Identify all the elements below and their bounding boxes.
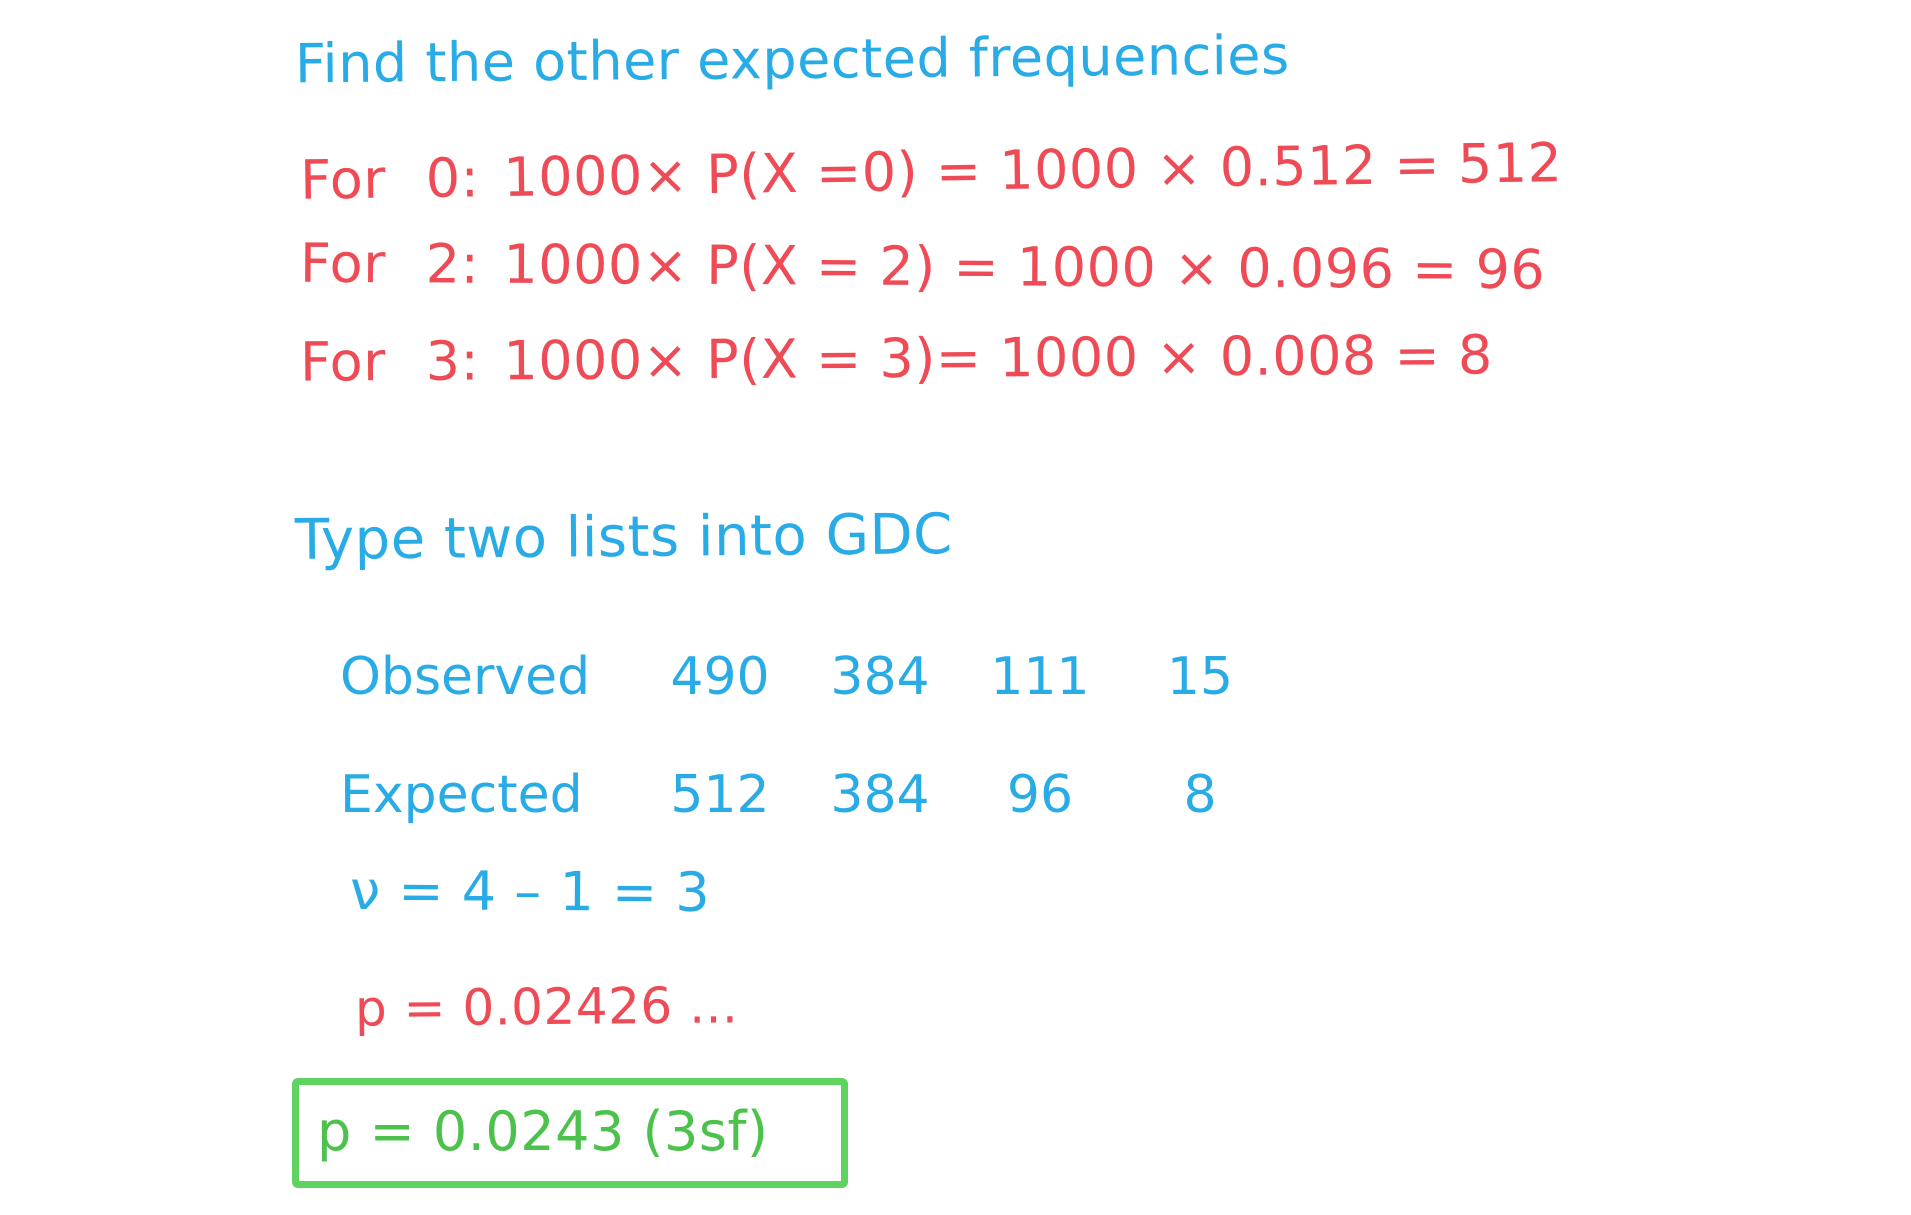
row-label-observed: Observed (340, 647, 591, 707)
table-row: Expected 512 384 96 8 (340, 736, 1280, 854)
working-line-outcome: 0: (425, 146, 480, 211)
expected-value-0: 512 (670, 765, 770, 825)
frequency-table: Observed 490 384 111 15 Expected 512 384… (340, 618, 1280, 854)
working-line-outcome-2: For 2: 1000× P(X = 2) = 1000 × 0.096 = 9… (300, 232, 1546, 302)
page-title: Find the other expected frequencies (294, 23, 1290, 96)
observed-value-1: 384 (830, 647, 930, 707)
working-line-outcome-3: For 3: 1000× P(X = 3)= 1000 × 0.008 = 8 (300, 323, 1493, 393)
observed-value-2: 111 (990, 647, 1090, 707)
expected-value-1: 384 (830, 765, 930, 825)
working-line-expression: 1000× P(X = 3)= 1000 × 0.008 = 8 (503, 323, 1493, 393)
degrees-of-freedom: ν = 4 – 1 = 3 (349, 859, 711, 924)
working-line-label: For (299, 147, 387, 212)
observed-value-3: 15 (1166, 647, 1234, 707)
working-line-outcome: 2: (425, 232, 480, 296)
working-line-label: For (299, 231, 387, 296)
p-value-rounded: p = 0.0243 (3sf) (317, 1100, 769, 1164)
working-line-outcome-0: For 0: 1000× P(X =0) = 1000 × 0.512 = 51… (300, 131, 1563, 212)
working-line-expression: 1000× P(X = 2) = 1000 × 0.096 = 96 (503, 232, 1546, 302)
working-line-label: For (299, 330, 387, 394)
expected-value-3: 8 (1183, 765, 1217, 825)
gdc-instruction: Type two lists into GDC (294, 502, 953, 573)
row-label-expected: Expected (340, 765, 583, 825)
observed-value-0: 490 (670, 647, 770, 707)
p-value-full: p = 0.02426 ... (354, 976, 739, 1038)
expected-value-2: 96 (1006, 765, 1074, 825)
answer-box: p = 0.0243 (3sf) (292, 1078, 848, 1188)
working-line-expression: 1000× P(X =0) = 1000 × 0.512 = 512 (502, 131, 1563, 209)
working-line-outcome: 3: (425, 329, 480, 393)
table-row: Observed 490 384 111 15 (340, 618, 1280, 736)
